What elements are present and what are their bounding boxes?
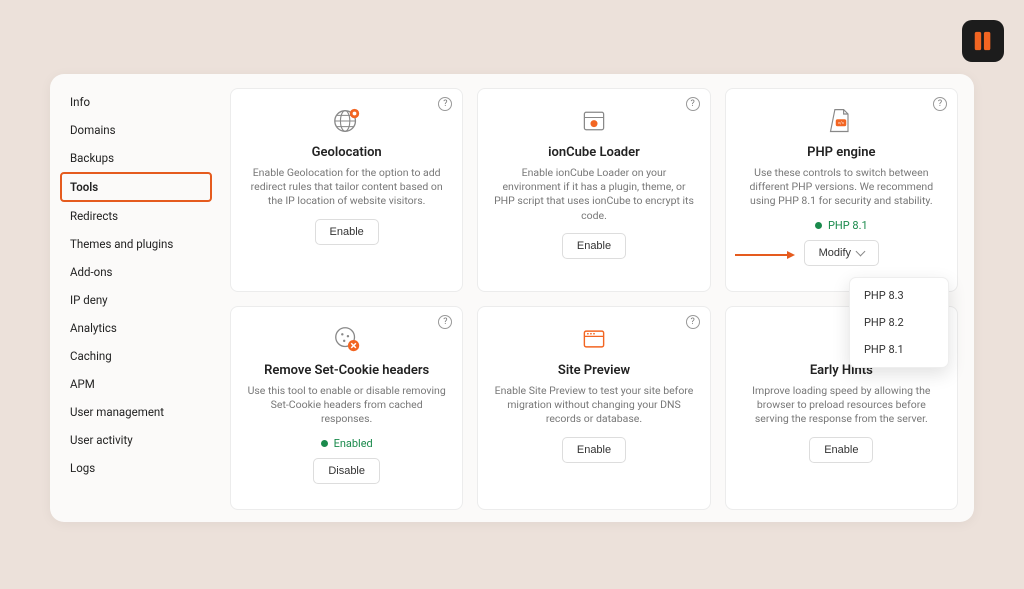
card-php-engine: ? </> PHP engine Use these controls to s… bbox=[725, 88, 958, 292]
sidebar-item-user-activity[interactable]: User activity bbox=[60, 426, 212, 454]
sidebar-item-ip-deny[interactable]: IP deny bbox=[60, 286, 212, 314]
sidebar-item-caching[interactable]: Caching bbox=[60, 342, 212, 370]
status-text: Enabled bbox=[334, 437, 373, 450]
card-title: Geolocation bbox=[312, 145, 382, 160]
help-icon[interactable]: ? bbox=[438, 97, 452, 111]
cookie-x-icon bbox=[331, 323, 363, 355]
sidebar-item-apm[interactable]: APM bbox=[60, 370, 212, 398]
enable-button[interactable]: Enable bbox=[809, 437, 873, 463]
dropdown-item-php83[interactable]: PHP 8.3 bbox=[850, 282, 948, 309]
status-badge: PHP 8.1 bbox=[815, 219, 868, 232]
sidebar-item-logs[interactable]: Logs bbox=[60, 454, 212, 482]
status-badge: Enabled bbox=[321, 437, 373, 450]
php-file-icon: </> bbox=[825, 105, 857, 137]
help-icon[interactable]: ? bbox=[438, 315, 452, 329]
sidebar-item-user-management[interactable]: User management bbox=[60, 398, 212, 426]
sidebar: Info Domains Backups Tools Redirects The… bbox=[50, 74, 222, 522]
card-desc: Improve loading speed by allowing the br… bbox=[740, 384, 943, 427]
button-label: Modify bbox=[819, 247, 851, 259]
sidebar-item-redirects[interactable]: Redirects bbox=[60, 202, 212, 230]
card-desc: Enable Site Preview to test your site be… bbox=[492, 384, 695, 427]
browser-gear-icon bbox=[578, 105, 610, 137]
dropdown-item-php82[interactable]: PHP 8.2 bbox=[850, 309, 948, 336]
enable-button[interactable]: Enable bbox=[562, 233, 626, 259]
cards-grid: ? Geolocation Enable Geolocation for the… bbox=[222, 74, 974, 522]
card-desc: Use these controls to switch between dif… bbox=[740, 166, 943, 209]
annotation-arrow bbox=[735, 251, 795, 259]
card-title: Remove Set-Cookie headers bbox=[264, 363, 429, 378]
enable-button[interactable]: Enable bbox=[562, 437, 626, 463]
card-remove-set-cookie: ? Remove Set-Cookie headers Use this too… bbox=[230, 306, 463, 510]
sidebar-item-add-ons[interactable]: Add-ons bbox=[60, 258, 212, 286]
globe-pin-icon bbox=[331, 105, 363, 137]
status-text: PHP 8.1 bbox=[828, 219, 868, 232]
dropdown-item-php81[interactable]: PHP 8.1 bbox=[850, 336, 948, 363]
card-desc: Enable Geolocation for the option to add… bbox=[245, 166, 448, 209]
card-geolocation: ? Geolocation Enable Geolocation for the… bbox=[230, 88, 463, 292]
card-desc: Enable ionCube Loader on your environmen… bbox=[492, 166, 695, 223]
card-title: ionCube Loader bbox=[548, 145, 640, 160]
sidebar-item-themes-plugins[interactable]: Themes and plugins bbox=[60, 230, 212, 258]
modify-button[interactable]: Modify bbox=[804, 240, 879, 266]
help-icon[interactable]: ? bbox=[933, 97, 947, 111]
sidebar-item-info[interactable]: Info bbox=[60, 88, 212, 116]
settings-panel: Info Domains Backups Tools Redirects The… bbox=[50, 74, 974, 522]
help-icon[interactable]: ? bbox=[686, 315, 700, 329]
sidebar-item-backups[interactable]: Backups bbox=[60, 144, 212, 172]
card-title: PHP engine bbox=[807, 145, 875, 160]
card-desc: Use this tool to enable or disable remov… bbox=[245, 384, 448, 427]
card-site-preview: ? Site Preview Enable Site Preview to te… bbox=[477, 306, 710, 510]
disable-button[interactable]: Disable bbox=[313, 458, 380, 484]
card-ioncube: ? ionCube Loader Enable ionCube Loader o… bbox=[477, 88, 710, 292]
enable-button[interactable]: Enable bbox=[315, 219, 379, 245]
sidebar-item-domains[interactable]: Domains bbox=[60, 116, 212, 144]
sidebar-item-tools[interactable]: Tools bbox=[60, 172, 212, 202]
browser-window-icon bbox=[578, 323, 610, 355]
sidebar-item-analytics[interactable]: Analytics bbox=[60, 314, 212, 342]
help-icon[interactable]: ? bbox=[686, 97, 700, 111]
card-title: Site Preview bbox=[558, 363, 630, 378]
svg-text:</>: </> bbox=[838, 122, 845, 127]
brand-logo bbox=[962, 20, 1004, 62]
chevron-down-icon bbox=[856, 246, 866, 256]
php-version-dropdown: PHP 8.3 PHP 8.2 PHP 8.1 bbox=[849, 277, 949, 368]
